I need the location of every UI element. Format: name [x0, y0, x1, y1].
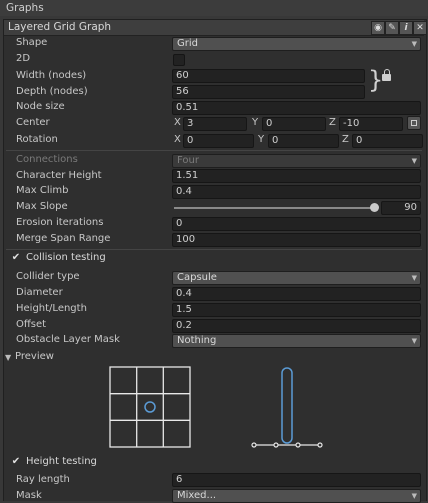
merge-span-label: Merge Span Range	[16, 233, 111, 244]
merge-span-field[interactable]: 100	[172, 233, 421, 247]
chevron-down-icon: ▼	[411, 157, 417, 165]
center-x-field[interactable]: 3	[183, 117, 247, 131]
max-slope-slider-thumb[interactable]	[369, 203, 379, 212]
snap-icon[interactable]	[407, 116, 421, 130]
divider	[6, 249, 422, 250]
collider-type-label: Collider type	[16, 271, 80, 282]
collision-header-label: Collision testing	[26, 252, 106, 263]
eye-icon[interactable]: ◉	[371, 21, 385, 35]
center-label: Center	[16, 117, 50, 128]
center-z-field[interactable]: -10	[339, 117, 403, 131]
graph-title: Layered Grid Graph	[8, 21, 112, 33]
collider-type-dropdown[interactable]: Capsule ▼	[172, 271, 421, 285]
link-brace-icon: }	[368, 66, 384, 94]
chevron-down-icon: ▼	[411, 492, 417, 500]
connections-dropdown: Four ▼	[172, 154, 421, 168]
rotation-x-field[interactable]: 0	[183, 134, 254, 148]
node-point	[273, 442, 279, 448]
node-size-label: Node size	[16, 101, 65, 112]
collision-check-icon[interactable]: ✔	[11, 253, 21, 263]
capsule-icon	[281, 367, 293, 444]
max-climb-label: Max Climb	[16, 185, 69, 196]
char-height-field[interactable]: 1.51	[172, 169, 421, 183]
rotation-z-field[interactable]: 0	[352, 134, 423, 148]
rotation-z-axis-label: Z	[342, 134, 349, 145]
rotation-y-axis-label: Y	[258, 134, 265, 145]
shape-label: Shape	[16, 37, 48, 48]
collider-circle-icon	[144, 401, 156, 413]
erosion-field[interactable]: 0	[172, 217, 421, 231]
diameter-label: Diameter	[16, 287, 63, 298]
width-label: Width (nodes)	[16, 70, 87, 81]
height-length-field[interactable]: 1.5	[172, 303, 421, 317]
shape-dropdown[interactable]: Grid ▼	[172, 37, 421, 51]
node-point	[251, 442, 257, 448]
window-title: Graphs	[6, 2, 44, 14]
node-point	[317, 442, 323, 448]
obstacle-mask-value: Nothing	[177, 335, 217, 346]
max-slope-field[interactable]: 90	[381, 201, 421, 215]
twod-label: 2D	[16, 53, 31, 64]
height-mask-value: Mixed...	[177, 490, 217, 501]
max-slope-label: Max Slope	[16, 201, 68, 212]
center-y-field[interactable]: 0	[262, 117, 326, 131]
height-check-icon[interactable]: ✔	[11, 457, 21, 467]
twod-checkbox[interactable]	[173, 54, 185, 66]
obstacle-mask-label: Obstacle Layer Mask	[16, 334, 120, 345]
center-x-axis-label: X	[174, 117, 181, 128]
char-height-label: Character Height	[16, 170, 102, 181]
connections-value: Four	[177, 155, 199, 166]
height-mask-label: Mask	[16, 490, 42, 501]
divider	[6, 150, 422, 151]
center-y-axis-label: Y	[252, 117, 259, 128]
collider-type-value: Capsule	[177, 272, 217, 283]
height-header-label: Height testing	[26, 456, 97, 467]
pencil-icon[interactable]: ✎	[385, 21, 399, 35]
collision-preview	[109, 366, 323, 448]
rotation-x-axis-label: X	[174, 134, 181, 145]
max-climb-field[interactable]: 0.4	[172, 185, 421, 199]
offset-label: Offset	[16, 319, 47, 330]
obstacle-mask-dropdown[interactable]: Nothing ▼	[172, 334, 421, 348]
depth-field[interactable]: 56	[172, 85, 365, 99]
ray-length-label: Ray length	[16, 474, 70, 485]
max-slope-slider-fill	[174, 207, 374, 209]
width-field[interactable]: 60	[172, 69, 365, 83]
grid-preview	[109, 366, 191, 448]
max-slope-slider-track[interactable]	[174, 207, 374, 209]
window-titlebar: Graphs	[0, 0, 428, 16]
close-icon[interactable]: ✕	[413, 21, 427, 35]
depth-label: Depth (nodes)	[16, 86, 88, 97]
center-z-axis-label: Z	[329, 117, 336, 128]
lock-icon[interactable]	[382, 74, 391, 81]
ray-length-field[interactable]: 6	[172, 473, 421, 487]
connections-label: Connections	[16, 154, 78, 165]
rotation-y-field[interactable]: 0	[268, 134, 339, 148]
info-icon[interactable]: i	[399, 21, 413, 35]
chevron-down-icon: ▼	[411, 40, 417, 48]
chevron-down-icon: ▼	[411, 274, 417, 282]
node-size-field[interactable]: 0.51	[172, 101, 421, 115]
height-mask-dropdown[interactable]: Mixed... ▼	[172, 489, 421, 503]
erosion-label: Erosion iterations	[16, 217, 104, 228]
shape-value: Grid	[177, 38, 198, 49]
offset-field[interactable]: 0.2	[172, 319, 421, 333]
height-length-label: Height/Length	[16, 303, 87, 314]
node-point	[295, 442, 301, 448]
rotation-label: Rotation	[16, 134, 58, 145]
diameter-field[interactable]: 0.4	[172, 287, 421, 301]
chevron-down-icon: ▼	[411, 337, 417, 345]
graph-header[interactable]: Layered Grid Graph ◉ ✎ i ✕	[4, 20, 427, 36]
